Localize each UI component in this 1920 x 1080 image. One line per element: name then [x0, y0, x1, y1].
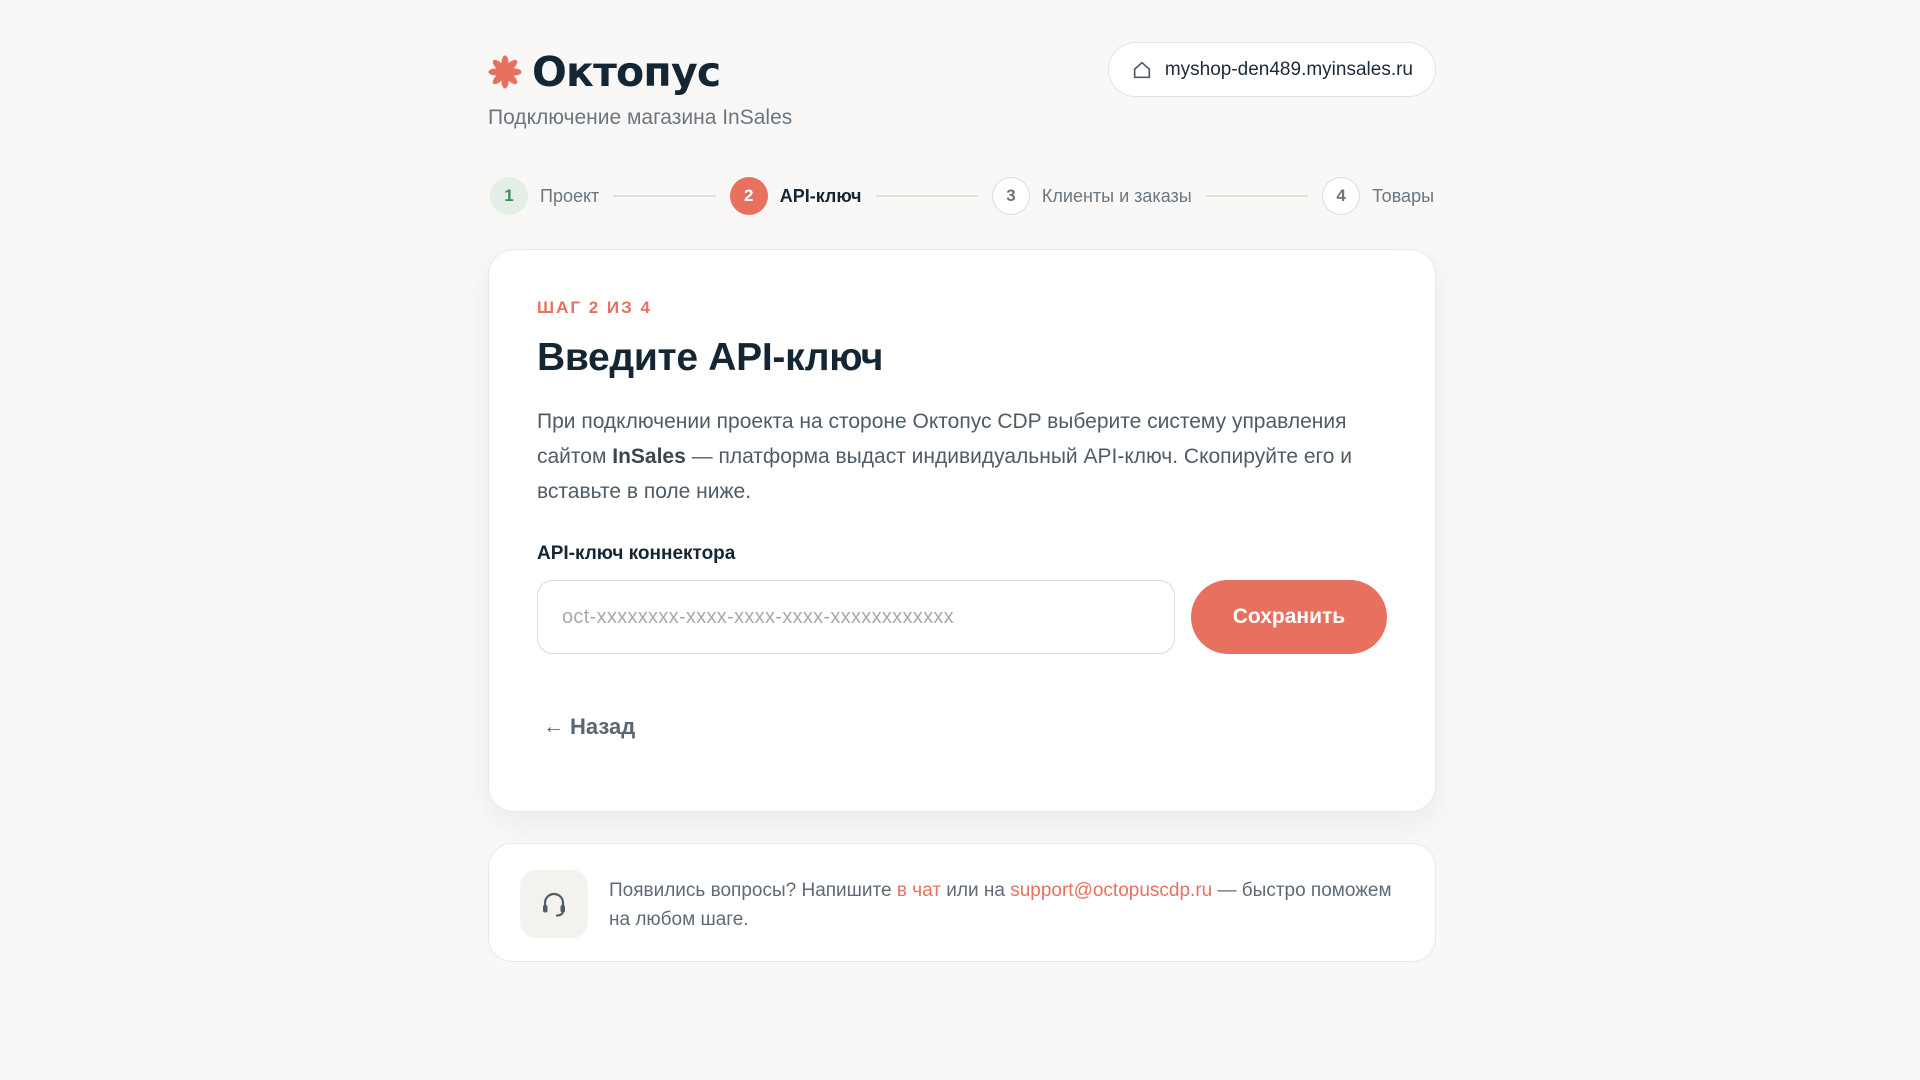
chat-link[interactable]: в чат: [897, 880, 941, 901]
octopus-logo-icon: [488, 55, 522, 89]
header: Октопус Подключение магазина InSales mys…: [488, 40, 1436, 140]
support-text-part: Появились вопросы? Напишите: [609, 880, 897, 901]
card-description: При подключении проекта на стороне Октоп…: [537, 404, 1397, 509]
step-number: 2: [729, 177, 768, 215]
step-connector: [1205, 195, 1309, 197]
api-key-card: ШАГ 2 ИЗ 4 Введите API-ключ При подключе…: [488, 249, 1436, 812]
home-icon: [1133, 61, 1150, 78]
support-box: Появились вопросы? Напишите в чат или на…: [488, 843, 1436, 962]
step-connector: [875, 195, 978, 197]
step-label: API-ключ: [779, 185, 862, 206]
api-key-label: API-ключ коннектора: [537, 543, 736, 564]
shop-domain-pill[interactable]: myshop-den489.myinsales.ru: [1107, 42, 1436, 97]
step-label: Товары: [1372, 185, 1435, 206]
stepper: 1 Проект 2 API-ключ 3 Клиенты и заказы 4…: [490, 176, 1434, 216]
save-button[interactable]: Сохранить: [1191, 580, 1387, 654]
step-counter: ШАГ 2 ИЗ 4: [537, 298, 652, 317]
step-products: 4 Товары: [1322, 177, 1434, 215]
support-text-part: или на: [940, 880, 1011, 901]
brand-name: Октопус: [532, 48, 721, 96]
support-email-link[interactable]: support@octopuscdp.ru: [1010, 880, 1212, 901]
arrow-left-icon: ←: [543, 715, 564, 738]
step-connector: [613, 195, 716, 197]
back-label: Назад: [570, 714, 636, 739]
back-button[interactable]: ← Назад: [543, 714, 635, 740]
brand: Октопус: [488, 48, 721, 96]
page-subtitle: Подключение магазина InSales: [488, 106, 793, 129]
onboarding-page: Октопус Подключение магазина InSales mys…: [488, 0, 1436, 1080]
step-number: 3: [991, 177, 1030, 215]
api-key-input[interactable]: [537, 580, 1175, 654]
headset-icon: [543, 892, 565, 917]
step-number: 4: [1322, 177, 1361, 215]
shop-domain-label: myshop-den489.myinsales.ru: [1164, 58, 1413, 80]
card-title: Введите API-ключ: [537, 336, 884, 379]
description-platform: InSales: [612, 445, 686, 468]
support-icon-container: [520, 870, 588, 938]
step-api-key[interactable]: 2 API-ключ: [729, 177, 862, 215]
step-clients-orders: 3 Клиенты и заказы: [991, 177, 1192, 215]
support-text: Появились вопросы? Напишите в чат или на…: [609, 876, 1409, 934]
step-label: Проект: [540, 185, 600, 206]
step-project[interactable]: 1 Проект: [490, 177, 599, 215]
step-label: Клиенты и заказы: [1041, 185, 1192, 206]
step-number: 1: [490, 177, 528, 215]
